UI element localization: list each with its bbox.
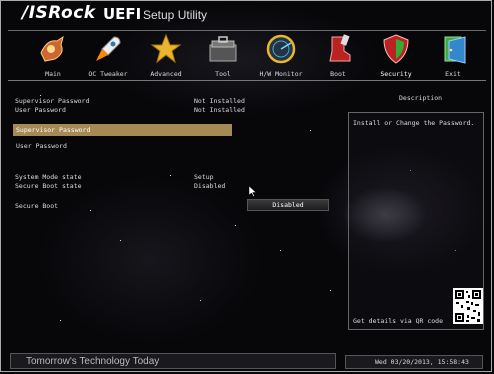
user-password-option[interactable]: User Password (13, 140, 232, 152)
nav-divider (8, 80, 486, 81)
radar-icon (266, 34, 296, 64)
tab-boot[interactable]: Boot (308, 31, 368, 81)
description-panel: Install or Change the Password. Get deta… (348, 112, 484, 330)
mouse-cursor-icon (249, 186, 257, 197)
tab-hw-monitor-label: H/W Monitor (259, 70, 303, 78)
setup-utility-title: Setup Utility (143, 8, 208, 22)
tab-tool-label: Tool (215, 70, 231, 78)
system-mode-label: System Mode state (15, 173, 82, 181)
uefi-title: UEFI (103, 5, 142, 23)
qr-code-note: Get details via QR code (353, 317, 444, 325)
tab-boot-label: Boot (330, 70, 346, 78)
tab-security[interactable]: Security (366, 31, 426, 81)
toolbox-icon (209, 36, 237, 62)
tab-main-label: Main (45, 70, 61, 78)
supervisor-status-label: Supervisor Password (15, 97, 90, 105)
tab-security-label: Security (380, 70, 412, 78)
user-status-label: User Password (15, 106, 66, 114)
description-title: Description (399, 94, 443, 102)
tab-advanced[interactable]: Advanced (136, 31, 196, 81)
tab-tool[interactable]: Tool (193, 31, 253, 81)
footer-tagline: Tomorrow's Technology Today (26, 356, 160, 367)
tab-exit-label: Exit (445, 70, 461, 78)
secure-boot-select[interactable]: Disabled (247, 199, 329, 211)
user-status-value: Not Installed (194, 106, 245, 114)
top-nav: Main OC Tweaker Advanced Tool H/W Monito… (8, 30, 486, 81)
secure-boot-state-value: Disabled (194, 182, 226, 190)
tab-main[interactable]: Main (23, 31, 83, 81)
asrock-logo: /ISRock (22, 3, 96, 23)
secure-boot-state-label: Secure Boot state (15, 182, 82, 190)
supervisor-status-value: Not Installed (194, 97, 245, 105)
tab-oc-tweaker[interactable]: OC Tweaker (78, 31, 138, 81)
qr-code-icon[interactable] (453, 288, 483, 324)
main-icon (40, 35, 64, 62)
shield-icon (383, 34, 409, 64)
supervisor-password-option[interactable]: Supervisor Password (13, 124, 232, 136)
star-icon (150, 33, 182, 64)
rocket-icon (96, 36, 121, 61)
tab-oc-tweaker-label: OC Tweaker (88, 70, 128, 78)
system-mode-value: Setup (194, 173, 214, 181)
description-text: Install or Change the Password. (353, 119, 475, 127)
secure-boot-label: Secure Boot (15, 202, 59, 210)
tab-advanced-label: Advanced (150, 70, 182, 78)
boot-icon (329, 34, 351, 62)
footer-datetime: Wed 03/20/2013, 15:58:43 (375, 358, 469, 366)
bios-screen: /ISRock UEFI Setup Utility Main OC Tweak… (0, 0, 494, 374)
tab-exit[interactable]: Exit (423, 31, 483, 81)
exit-door-icon (444, 36, 466, 64)
tab-hw-monitor[interactable]: H/W Monitor (251, 31, 311, 81)
